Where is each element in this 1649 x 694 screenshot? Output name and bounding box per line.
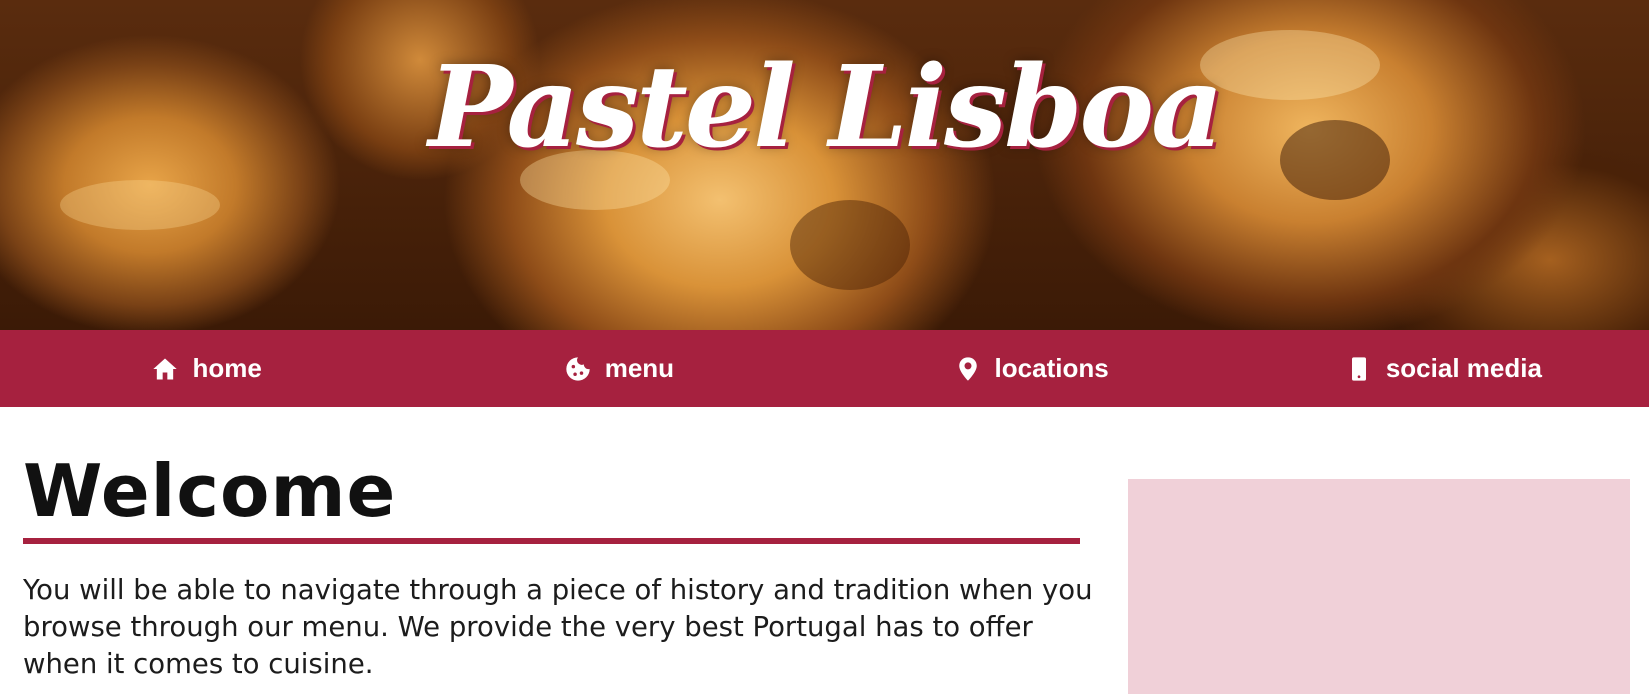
pastry-highlight <box>60 180 220 230</box>
page-title: Welcome <box>23 449 397 533</box>
nav-item-label: menu <box>604 353 675 383</box>
cookie-icon <box>563 354 593 384</box>
nav-item-menu[interactable]: menu <box>412 330 824 407</box>
nav-item-label: home <box>192 353 262 383</box>
nav-item-locations[interactable]: locations <box>825 330 1237 407</box>
hero-banner: Pastel Lisboa <box>0 0 1649 330</box>
nav-item-label: locations <box>994 353 1109 383</box>
map-pin-icon <box>953 354 983 384</box>
intro-paragraph: You will be able to navigate through a p… <box>23 574 1093 680</box>
site-title: Pastel Lisboa <box>428 42 1223 173</box>
home-icon <box>150 354 180 384</box>
title-divider <box>23 538 1080 544</box>
sidebar-panel <box>1128 479 1630 694</box>
nav-item-label: social media <box>1385 353 1542 383</box>
main-navigation: home menu locations social media <box>0 330 1649 407</box>
nav-item-home[interactable]: home <box>0 330 412 407</box>
pastry-shadow <box>790 200 910 290</box>
nav-item-social-media[interactable]: social media <box>1237 330 1649 407</box>
main-content: Welcome You will be able to navigate thr… <box>23 449 1093 683</box>
mobile-phone-icon <box>1344 354 1374 384</box>
